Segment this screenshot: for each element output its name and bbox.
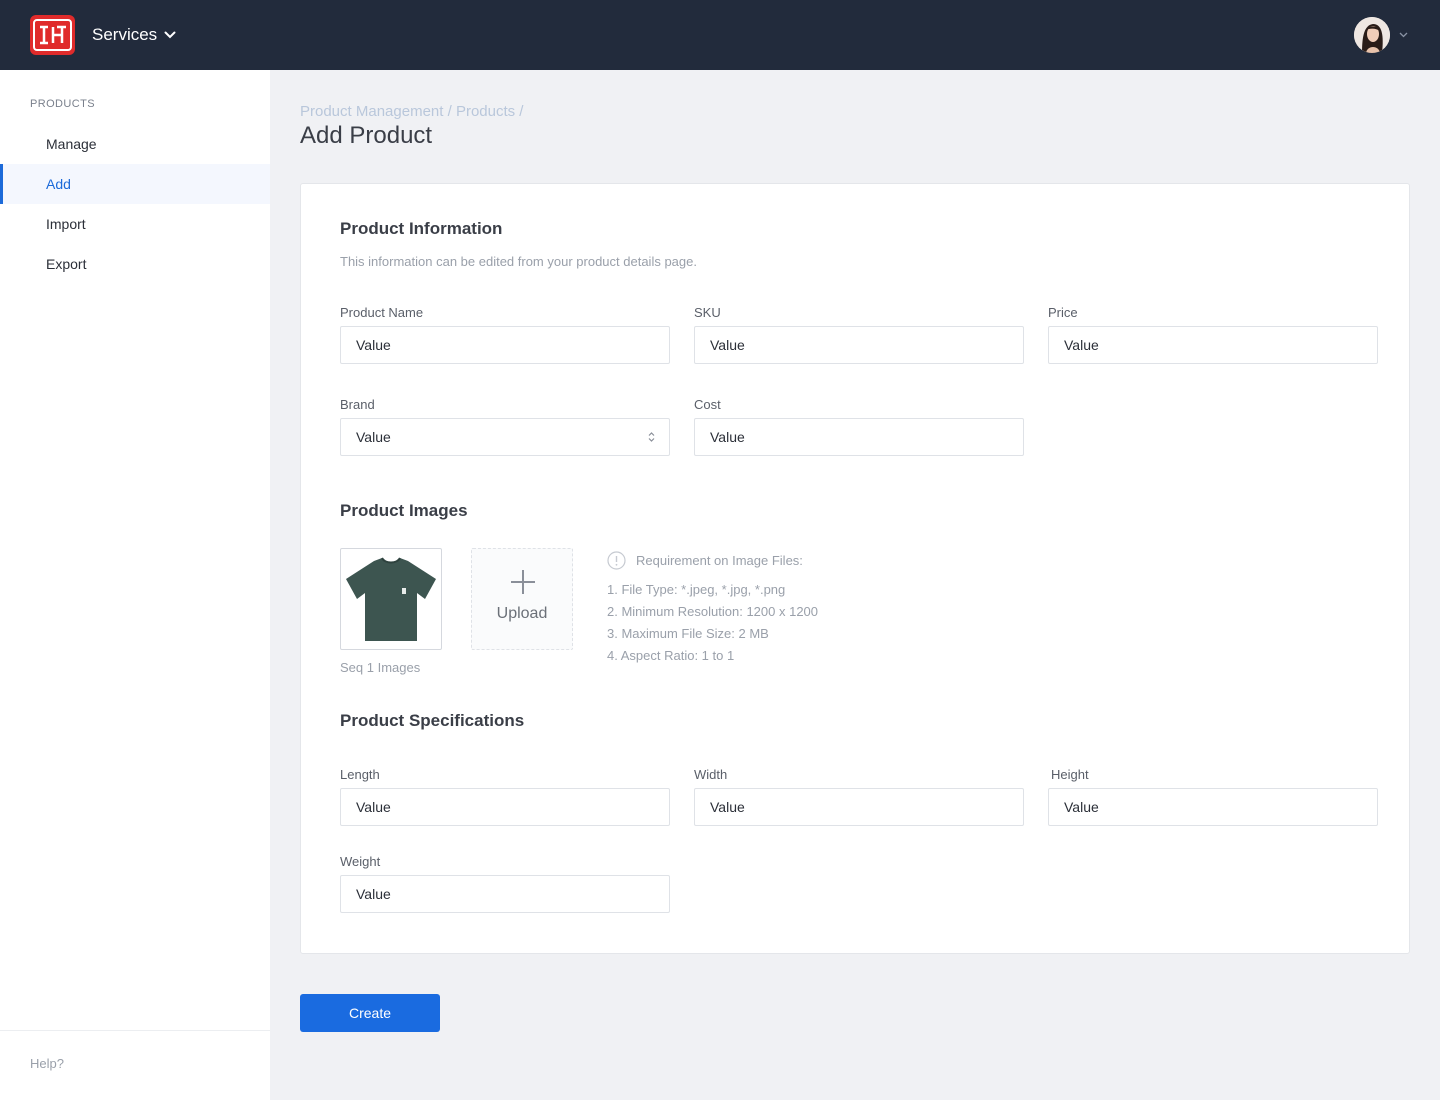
requirement-item: 1. File Type: *.jpeg, *.jpg, *.png bbox=[607, 582, 786, 597]
breadcrumb-products[interactable]: Products bbox=[456, 103, 515, 120]
sidebar-item-import[interactable]: Import bbox=[0, 204, 270, 244]
user-avatar-image bbox=[1354, 17, 1390, 53]
logo-mark-icon bbox=[33, 19, 72, 51]
product-specifications-title: Product Specifications bbox=[340, 711, 525, 730]
price-label: Price bbox=[1048, 305, 1078, 320]
brand-select[interactable]: Value bbox=[340, 418, 670, 456]
avatar bbox=[1354, 17, 1390, 53]
services-menu[interactable]: Services bbox=[92, 22, 176, 48]
length-input[interactable] bbox=[340, 788, 670, 826]
sidebar: PRODUCTS Manage Add Import Export Help? bbox=[0, 70, 270, 1100]
brand-logo[interactable] bbox=[30, 15, 75, 55]
upload-label: Upload bbox=[496, 605, 548, 622]
breadcrumb-separator: / bbox=[443, 103, 456, 120]
brand-select-value: Value bbox=[356, 429, 391, 445]
chevron-down-icon bbox=[164, 31, 176, 39]
sku-input[interactable] bbox=[694, 326, 1024, 364]
help-link[interactable]: Help? bbox=[30, 1056, 64, 1071]
thumbnail-caption: Seq 1 Images bbox=[340, 660, 421, 675]
services-label: Services bbox=[92, 25, 158, 44]
product-form-card: Product Information This information can… bbox=[300, 183, 1410, 954]
sku-label: SKU bbox=[694, 305, 721, 320]
product-images-title: Product Images bbox=[340, 501, 468, 520]
product-information-description: This information can be edited from your… bbox=[340, 254, 697, 269]
product-image-thumbnail[interactable] bbox=[340, 548, 442, 650]
cost-input[interactable] bbox=[694, 418, 1024, 456]
create-button[interactable]: Create bbox=[300, 994, 440, 1032]
height-label: Height bbox=[1051, 767, 1089, 782]
product-name-label: Product Name bbox=[340, 305, 424, 320]
upload-image-button[interactable]: Upload bbox=[471, 548, 573, 650]
requirement-item: 3. Maximum File Size: 2 MB bbox=[607, 626, 769, 641]
requirement-item: 4. Aspect Ratio: 1 to 1 bbox=[607, 648, 735, 663]
brand-label: Brand bbox=[340, 397, 375, 412]
chevron-down-icon bbox=[1399, 32, 1408, 38]
info-icon bbox=[607, 551, 626, 570]
sidebar-divider bbox=[0, 1030, 270, 1031]
tshirt-image bbox=[346, 557, 436, 641]
breadcrumb-product-management[interactable]: Product Management bbox=[300, 103, 443, 120]
plus-icon bbox=[511, 570, 535, 594]
length-label: Length bbox=[340, 767, 380, 782]
sidebar-item-add[interactable]: Add bbox=[0, 164, 270, 204]
sidebar-heading: PRODUCTS bbox=[30, 98, 95, 110]
page-title: Add Product bbox=[300, 122, 433, 149]
product-information-title: Product Information bbox=[340, 219, 503, 238]
user-menu[interactable] bbox=[1354, 16, 1408, 54]
requirement-item: 2. Minimum Resolution: 1200 x 1200 bbox=[607, 604, 819, 619]
width-label: Width bbox=[694, 767, 728, 782]
width-input[interactable] bbox=[694, 788, 1024, 826]
top-navigation-bar: Services bbox=[0, 0, 1440, 70]
select-arrows-icon bbox=[648, 432, 655, 442]
price-input[interactable] bbox=[1048, 326, 1378, 364]
weight-label: Weight bbox=[340, 854, 381, 869]
image-requirements-title: Requirement on Image Files: bbox=[636, 553, 803, 568]
breadcrumb: Product Management / Products / bbox=[300, 103, 523, 120]
sidebar-item-export[interactable]: Export bbox=[0, 244, 270, 284]
sidebar-item-manage[interactable]: Manage bbox=[0, 124, 270, 164]
product-name-input[interactable] bbox=[340, 326, 670, 364]
weight-input[interactable] bbox=[340, 875, 670, 913]
breadcrumb-separator: / bbox=[515, 103, 524, 120]
height-input[interactable] bbox=[1048, 788, 1378, 826]
cost-label: Cost bbox=[694, 397, 721, 412]
